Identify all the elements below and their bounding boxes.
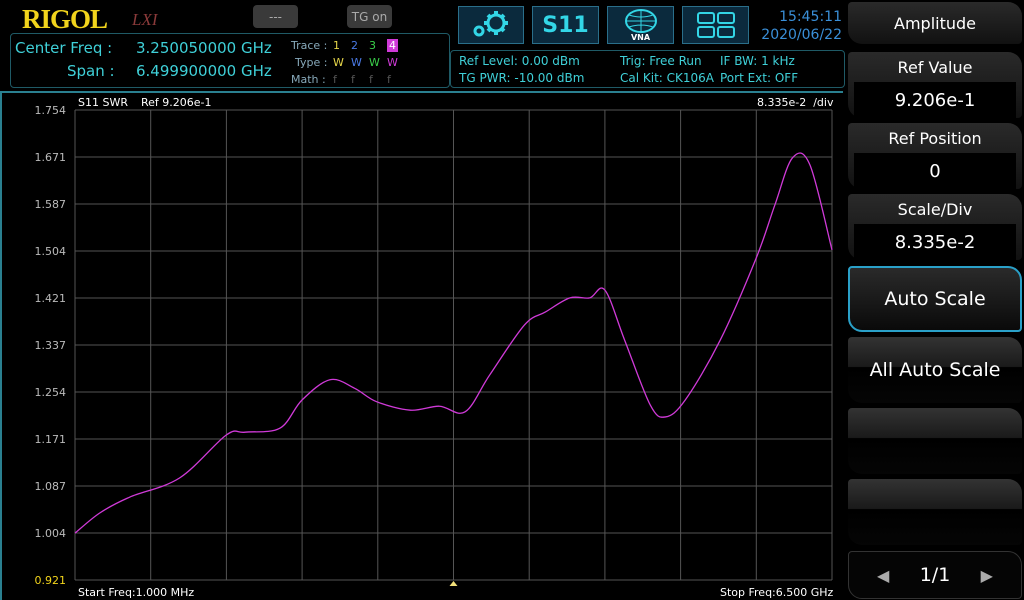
y-tick-label: 0.921: [35, 574, 67, 587]
page-nav: ◀ 1/1 ▶: [848, 551, 1022, 599]
trace-type: W: [387, 56, 398, 69]
plot-ref: Ref 9.206e-1: [141, 96, 212, 109]
trace-number[interactable]: 1: [333, 39, 340, 52]
s11-button[interactable]: S11: [532, 6, 599, 44]
trace-type: W: [351, 56, 362, 69]
stop-freq: Stop Freq:6.500 GHz: [720, 586, 834, 599]
center-freq-value[interactable]: 3.250050000 GHz: [136, 39, 272, 57]
start-freq: Start Freq:1.000 MHz: [78, 586, 195, 599]
trace-math: f: [333, 73, 337, 86]
trace-math: f: [351, 73, 355, 86]
menu-title: Amplitude: [848, 2, 1022, 44]
port-ext: Port Ext: OFF: [720, 71, 799, 85]
vna-icon[interactable]: VNA: [607, 6, 674, 44]
y-tick-label: 1.087: [35, 480, 67, 493]
empty-softkey-2[interactable]: [848, 479, 1022, 545]
date: 2020/06/22: [761, 27, 842, 43]
trigger: Trig: Free Run: [620, 54, 702, 68]
plot-area[interactable]: 1.754 1.671 1.587 1.504 1.421 1.337 1.254 1.171…: [0, 91, 843, 600]
plot-scale: 8.335e-2 /div: [757, 96, 834, 109]
ref-value-key[interactable]: Ref Value 9.206e-1: [848, 52, 1022, 118]
type-label: Type :: [295, 56, 328, 69]
trace-number[interactable]: 4: [387, 39, 398, 52]
trace-type: W: [369, 56, 380, 69]
scale-div-key[interactable]: Scale/Div 8.335e-2: [848, 194, 1022, 260]
ref-level: Ref Level: 0.00 dBm: [459, 54, 580, 68]
trace-label: Trace :: [291, 39, 328, 52]
auto-scale-button[interactable]: Auto Scale: [848, 266, 1022, 332]
trace-math: f: [369, 73, 373, 86]
lxi-logo: LXI: [132, 10, 158, 29]
span-label: Span :: [67, 62, 115, 80]
span-value[interactable]: 6.499900000 GHz: [136, 62, 272, 80]
trace-number[interactable]: 3: [369, 39, 376, 52]
clock: 15:45:11 2020/06/22: [760, 8, 842, 44]
y-tick-label: 1.254: [35, 386, 67, 399]
next-page-icon[interactable]: ▶: [981, 566, 993, 585]
trace-type: W: [333, 56, 344, 69]
tg-power: TG PWR: -10.00 dBm: [459, 71, 585, 85]
center-marker-icon: [449, 581, 458, 586]
layout-grid-icon[interactable]: [682, 6, 749, 44]
page-indicator: 1/1: [919, 564, 951, 586]
time: 15:45:11: [779, 9, 842, 25]
y-tick-label: 1.337: [35, 339, 67, 352]
y-tick-label: 1.754: [35, 104, 67, 117]
vna-label: VNA: [630, 32, 651, 42]
trace-number[interactable]: 2: [351, 39, 358, 52]
rigol-logo: RIGOL: [22, 4, 108, 34]
swr-chart: 1.754 1.671 1.587 1.504 1.421 1.337 1.254 1.171…: [35, 104, 833, 587]
y-tick-label: 1.671: [35, 151, 67, 164]
math-label: Math :: [291, 73, 326, 86]
if-bw: IF BW: 1 kHz: [720, 54, 795, 68]
prev-page-icon[interactable]: ◀: [877, 566, 889, 585]
y-tick-label: 1.421: [35, 292, 67, 305]
plot-title: S11 SWR: [78, 96, 128, 109]
center-freq-label: Center Freq :: [15, 39, 113, 57]
y-tick-label: 1.504: [35, 245, 67, 258]
y-tick-label: 1.004: [35, 527, 67, 540]
measurement-info: Ref Level: 0.00 dBm TG PWR: -10.00 dBm T…: [450, 50, 845, 88]
y-tick-label: 1.171: [35, 433, 67, 446]
y-tick-label: 1.587: [35, 198, 67, 211]
frequency-info: Center Freq : 3.250050000 GHz Span : 6.4…: [10, 33, 450, 88]
ref-position-key[interactable]: Ref Position 0: [848, 123, 1022, 189]
all-auto-scale-button[interactable]: All Auto Scale: [848, 337, 1022, 403]
empty-softkey-1[interactable]: [848, 408, 1022, 474]
blank-button[interactable]: ---: [253, 5, 298, 28]
settings-gear-icon[interactable]: [458, 6, 524, 44]
trace-math: f: [387, 73, 391, 86]
cal-kit: Cal Kit: CK106A: [620, 71, 715, 85]
tg-on-button[interactable]: TG on: [347, 5, 392, 28]
